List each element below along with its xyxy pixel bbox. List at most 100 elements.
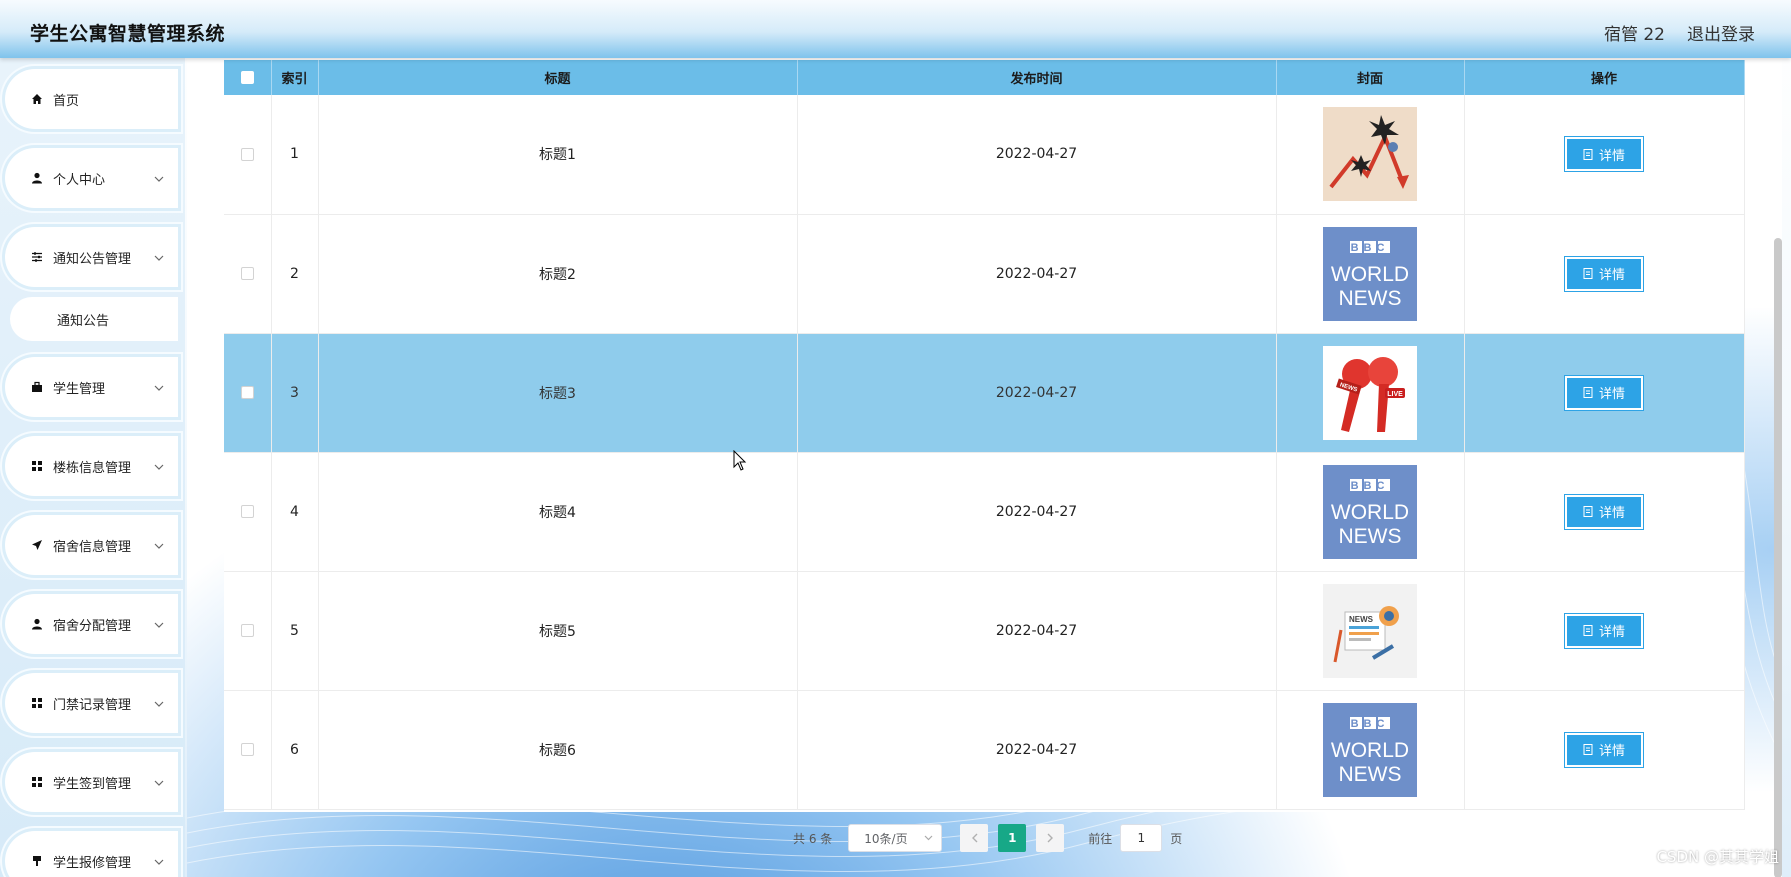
row-checkbox[interactable] — [240, 505, 254, 518]
document-icon — [1583, 387, 1593, 398]
pagination-total: 共 6 条 — [793, 831, 833, 846]
cover-image-news-microphones[interactable]: NEWS LIVE — [1323, 345, 1417, 440]
document-icon — [1583, 506, 1593, 517]
vertical-scrollbar[interactable] — [1774, 238, 1782, 877]
bbc-logo-text: BBC — [1351, 242, 1390, 254]
detail-button[interactable]: 详情 — [1564, 374, 1644, 411]
goto-page-input[interactable]: 1 — [1120, 824, 1163, 852]
sliders-icon — [30, 250, 44, 264]
sidebar-item-notice-mgmt[interactable]: 通知公告管理 — [5, 227, 178, 287]
sidebar-item-label: 宿舍分配管理 — [53, 618, 132, 634]
action-cell: 详情 — [1464, 214, 1745, 334]
title-cell: 标题1 — [318, 95, 798, 215]
send-icon — [30, 538, 44, 552]
sidebar-item-label: 个人中心 — [53, 172, 106, 188]
row-select-cell — [224, 333, 272, 453]
select-all-checkbox[interactable] — [240, 71, 254, 84]
sidebar-item-label: 宿舍信息管理 — [53, 539, 132, 555]
table-row[interactable]: 5 标题5 2022-04-27 NEWS 详情 — [224, 571, 1745, 691]
sidebar-subitem-label: 通知公告 — [57, 313, 110, 329]
page-size-value: 10条/页 — [864, 831, 908, 846]
cover-cell: BBC WORLD NEWS — [1276, 214, 1465, 334]
sidebar-item-dorms[interactable]: 宿舍信息管理 — [5, 515, 178, 575]
chevron-down-icon — [154, 381, 164, 396]
sidebar-item-checkin[interactable]: 学生签到管理 — [5, 752, 178, 812]
sidebar-item-buildings[interactable]: 楼栋信息管理 — [5, 436, 178, 496]
cover-cell: NEWS LIVE — [1276, 333, 1465, 453]
action-cell: 详情 — [1464, 452, 1745, 572]
index-cell: 6 — [271, 690, 319, 810]
cover-image-news-illustration[interactable]: NEWS — [1323, 583, 1417, 678]
detail-button[interactable]: 详情 — [1564, 612, 1644, 649]
table-row[interactable]: 1 标题1 2022-04-27 详情 — [224, 95, 1745, 215]
column-header[interactable]: 标题 — [318, 60, 798, 95]
sidebar-item-home[interactable]: 首页 — [5, 69, 178, 129]
column-header[interactable]: 封面 — [1276, 60, 1465, 95]
document-icon — [1583, 268, 1593, 279]
row-checkbox[interactable] — [240, 624, 254, 637]
cover-image-chart-explosion[interactable] — [1323, 107, 1417, 202]
select-all-header — [224, 60, 272, 95]
row-select-cell — [224, 452, 272, 572]
sidebar-item-dorm-allocation[interactable]: 宿舍分配管理 — [5, 594, 178, 654]
page-number-button[interactable]: 1 — [998, 824, 1027, 852]
current-user-label[interactable]: 宿管 22 — [1604, 20, 1665, 45]
sidebar-item-label: 学生管理 — [53, 381, 106, 397]
document-icon — [1583, 744, 1593, 755]
sidebar: 首页 个人中心 通知公告管理 通知公告 学生管理 楼栋信息管理 宿舍信息管理 宿… — [0, 58, 185, 877]
prev-page-button[interactable] — [960, 824, 989, 852]
sidebar-item-profile[interactable]: 个人中心 — [5, 148, 178, 208]
table-row-hovered[interactable]: 3 标题3 2022-04-27 NEWS LIVE 详情 — [224, 333, 1745, 453]
detail-button[interactable]: 详情 — [1564, 493, 1644, 530]
news-paper-tag: NEWS — [1349, 615, 1374, 624]
sidebar-item-repairs[interactable]: 学生报修管理 — [5, 831, 178, 877]
next-page-button[interactable] — [1036, 824, 1065, 852]
chevron-down-icon — [154, 172, 164, 187]
row-select-cell — [224, 571, 272, 691]
row-select-cell — [224, 214, 272, 334]
table-row[interactable]: 2 标题2 2022-04-27 BBC WORLD NEWS 详情 — [224, 214, 1745, 334]
detail-button[interactable]: 详情 — [1564, 731, 1644, 768]
row-checkbox[interactable] — [240, 386, 254, 399]
date-cell: 2022-04-27 — [797, 333, 1277, 453]
sidebar-item-access-records[interactable]: 门禁记录管理 — [5, 673, 178, 733]
sidebar-item-label: 通知公告管理 — [53, 251, 132, 267]
table-row[interactable]: 4 标题4 2022-04-27 BBC WORLD NEWS 详情 — [224, 452, 1745, 572]
column-header[interactable]: 操作 — [1464, 60, 1745, 95]
cover-image-bbc-world-news[interactable]: BBC WORLD NEWS — [1323, 702, 1417, 797]
world-text: WORLD — [1331, 263, 1409, 286]
bbc-logo-text: BBC — [1351, 480, 1390, 492]
watermark: CSDN @其其学姐 — [1656, 848, 1779, 866]
sidebar-item-label: 学生报修管理 — [53, 855, 132, 871]
cover-image-bbc-world-news[interactable]: BBC WORLD NEWS — [1323, 464, 1417, 559]
index-cell: 2 — [271, 214, 319, 334]
column-header[interactable]: 索引 — [271, 60, 319, 95]
top-header: 学生公寓智慧管理系统 宿管 22 退出登录 — [0, 0, 1791, 58]
row-checkbox[interactable] — [240, 147, 254, 161]
sidebar-item-students[interactable]: 学生管理 — [5, 357, 178, 417]
cover-cell: BBC WORLD NEWS — [1276, 690, 1465, 810]
grid-icon — [30, 459, 44, 473]
world-text: WORLD — [1331, 739, 1409, 762]
detail-button-label: 详情 — [1598, 625, 1625, 640]
row-select-cell — [224, 95, 272, 215]
table-row[interactable]: 6 标题6 2022-04-27 BBC WORLD NEWS 详情 — [224, 690, 1745, 810]
chevron-down-icon — [154, 855, 164, 870]
detail-button[interactable]: 详情 — [1564, 136, 1644, 173]
cover-image-bbc-world-news[interactable]: BBC WORLD NEWS — [1323, 226, 1417, 321]
cover-cell: NEWS — [1276, 571, 1465, 691]
chevron-down-icon — [924, 835, 933, 841]
sidebar-subitem-notice[interactable]: 通知公告 — [10, 297, 178, 341]
page-size-select[interactable]: 10条/页 — [848, 824, 943, 852]
bbc-logo-text: BBC — [1351, 718, 1390, 730]
detail-button-label: 详情 — [1598, 744, 1625, 759]
app-title: 学生公寓智慧管理系统 — [30, 23, 226, 45]
detail-button[interactable]: 详情 — [1564, 255, 1644, 292]
column-header[interactable]: 发布时间 — [797, 60, 1277, 95]
logout-link[interactable]: 退出登录 — [1687, 20, 1755, 45]
detail-button-label: 详情 — [1598, 506, 1625, 521]
action-cell: 详情 — [1464, 690, 1745, 810]
date-cell: 2022-04-27 — [797, 690, 1277, 810]
row-checkbox[interactable] — [240, 743, 254, 756]
row-checkbox[interactable] — [240, 267, 254, 280]
